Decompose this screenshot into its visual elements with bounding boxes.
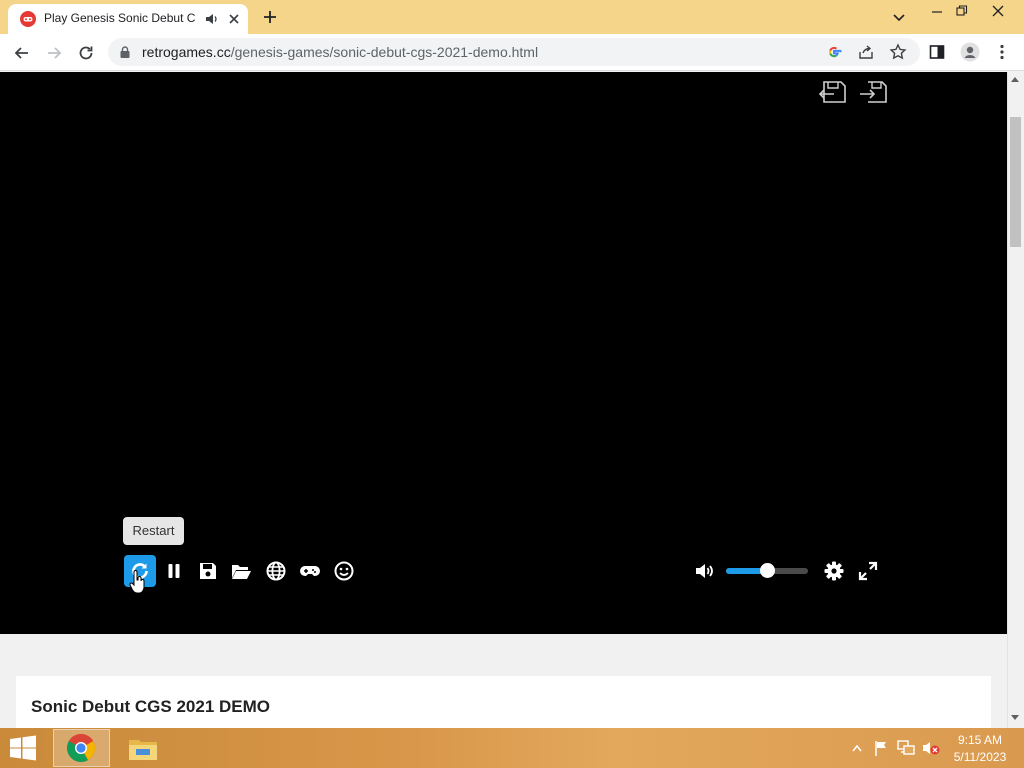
hand-cursor-icon <box>129 570 145 594</box>
folder-open-icon[interactable] <box>230 560 252 582</box>
file-explorer-icon[interactable] <box>127 734 159 762</box>
game-title: Sonic Debut CGS 2021 DEMO <box>31 697 270 716</box>
url-path: /genesis-games/sonic-debut-cgs-2021-demo… <box>230 44 539 60</box>
back-arrow-icon[interactable] <box>12 43 32 63</box>
pause-icon[interactable] <box>163 560 185 582</box>
forward-arrow-icon[interactable] <box>44 43 64 63</box>
network-icon[interactable] <box>897 740 915 756</box>
profile-icon[interactable] <box>960 42 980 62</box>
google-icon[interactable] <box>826 44 842 60</box>
chevron-down-icon[interactable] <box>891 9 907 25</box>
close-icon[interactable] <box>226 11 242 27</box>
share-icon[interactable] <box>857 43 875 61</box>
save-icon[interactable] <box>197 560 219 582</box>
show-hidden-icons-chevron[interactable] <box>851 743 863 753</box>
gamepad-favicon-icon <box>20 11 36 27</box>
smiley-icon[interactable] <box>333 560 355 582</box>
gamepad-icon[interactable] <box>299 560 321 582</box>
star-icon[interactable] <box>889 43 907 61</box>
volume-icon[interactable] <box>693 560 715 582</box>
clock-date[interactable]: 5/11/2023 <box>952 750 1008 764</box>
load-state-icon[interactable] <box>858 79 888 105</box>
restart-tooltip: Restart <box>123 517 184 545</box>
expand-icon[interactable] <box>857 560 879 582</box>
action-center-flag-icon[interactable] <box>873 740 889 756</box>
url-host: retrogames.cc <box>142 44 231 60</box>
emulator-screen[interactable] <box>0 72 1007 634</box>
chrome-icon <box>67 734 95 762</box>
browser-tab[interactable]: Play Genesis Sonic Debut CGS 2021 Demo <box>8 4 248 34</box>
scroll-up-arrow-icon[interactable] <box>1010 75 1020 83</box>
save-state-icon[interactable] <box>818 79 848 105</box>
minimize-icon[interactable] <box>930 4 944 18</box>
volume-muted-icon[interactable] <box>922 740 940 756</box>
globe-icon[interactable] <box>265 560 287 582</box>
close-icon[interactable] <box>990 3 1006 19</box>
restore-icon[interactable] <box>955 4 969 18</box>
windows-logo-icon[interactable] <box>8 735 38 761</box>
speaker-icon[interactable] <box>204 11 220 27</box>
scroll-down-arrow-icon[interactable] <box>1010 714 1020 722</box>
kebab-menu-icon[interactable] <box>994 43 1010 61</box>
volume-slider-thumb[interactable] <box>759 563 775 578</box>
scrollbar-thumb[interactable] <box>1010 117 1021 247</box>
plus-icon[interactable] <box>262 9 278 25</box>
reload-icon[interactable] <box>76 43 96 63</box>
lock-icon[interactable] <box>118 45 132 59</box>
gear-icon[interactable] <box>823 560 845 582</box>
url-text[interactable]: retrogames.cc/genesis-games/sonic-debut-… <box>142 44 538 60</box>
tab-title: Play Genesis Sonic Debut CGS 2021 Demo <box>44 11 196 25</box>
clock-time[interactable]: 9:15 AM <box>952 733 1008 747</box>
side-panel-icon[interactable] <box>928 43 946 61</box>
